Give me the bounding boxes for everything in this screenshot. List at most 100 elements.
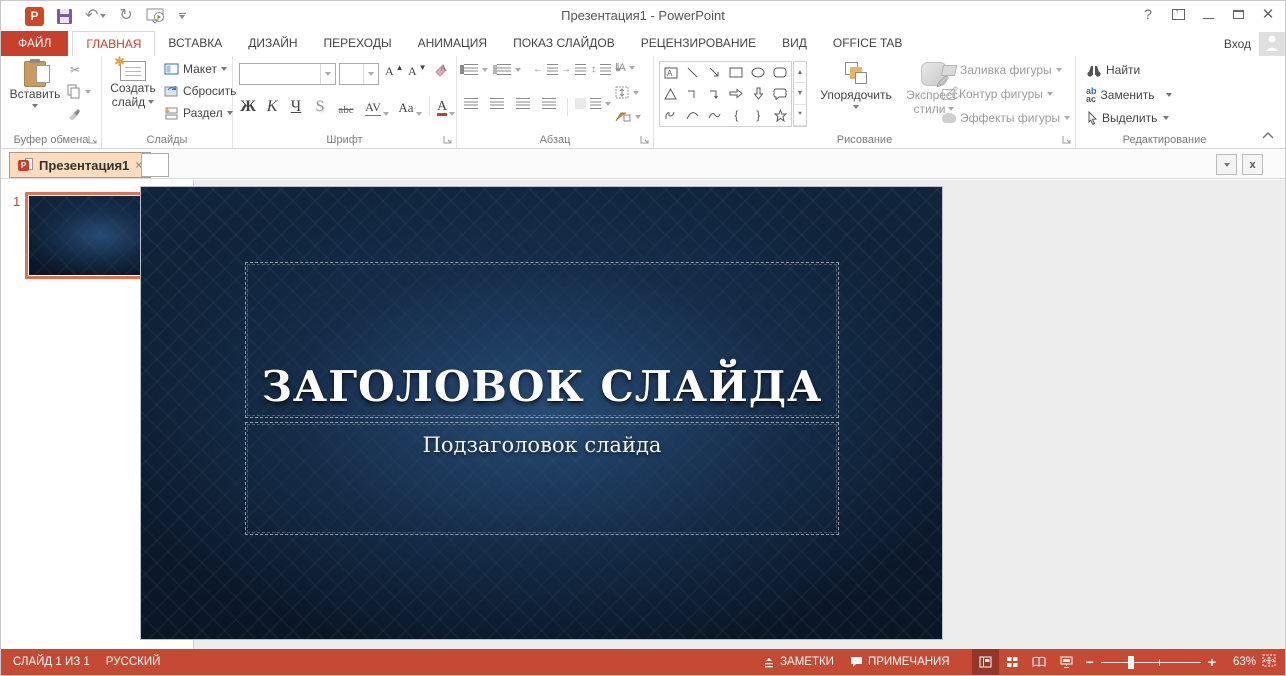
shape-effects-button[interactable]: Эффекты фигуры (942, 111, 1070, 125)
bold-button[interactable]: Ж (237, 94, 259, 118)
zoom-slider-handle[interactable] (1128, 656, 1134, 669)
text-direction-dropdown-icon[interactable] (629, 66, 635, 70)
grow-font-button[interactable]: A▲ (385, 64, 404, 79)
tab-list-dropdown-button[interactable] (1216, 154, 1237, 175)
account-avatar[interactable] (1259, 32, 1285, 56)
comments-toggle[interactable]: ПРИМЕЧАНИЯ (842, 649, 958, 675)
zoom-level[interactable]: 63% (1222, 656, 1256, 668)
zoom-out-button[interactable]: − (1086, 654, 1094, 670)
font-color-dropdown-icon[interactable] (449, 112, 455, 116)
shape-rounded-rectangle-icon[interactable] (769, 62, 791, 83)
columns-dropdown-icon[interactable] (605, 102, 611, 106)
numbering-dropdown-icon[interactable] (515, 68, 521, 72)
tab-file[interactable]: ФАЙЛ (1, 31, 68, 56)
start-slideshow-icon[interactable] (146, 8, 166, 24)
ribbon-display-options-button[interactable] (1163, 1, 1193, 27)
character-spacing-button[interactable]: AV (361, 94, 393, 118)
slide-canvas[interactable]: ЗАГОЛОВОК СЛАЙДА Подзаголовок слайда (141, 187, 942, 639)
tab-design[interactable]: ДИЗАЙН (235, 31, 310, 56)
shape-arrow-icon[interactable] (704, 62, 726, 83)
shape-callout-icon[interactable] (769, 83, 791, 104)
align-center-button[interactable] (490, 98, 504, 109)
shape-arc-icon[interactable] (682, 104, 704, 126)
shapes-more-icon[interactable]: ⯆ (794, 105, 806, 126)
layout-dropdown-icon[interactable] (221, 67, 227, 71)
font-size-combo[interactable] (339, 63, 379, 85)
arrange-dropdown-icon[interactable] (853, 105, 859, 109)
shape-triangle-icon[interactable] (660, 83, 682, 104)
font-name-dropdown-icon[interactable] (325, 72, 331, 76)
document-tab[interactable]: P Презентация1 × (9, 152, 151, 178)
title-placeholder[interactable]: ЗАГОЛОВОК СЛАЙДА (245, 262, 839, 418)
shape-fill-button[interactable]: Заливка фигуры (942, 63, 1062, 77)
tab-review[interactable]: РЕЦЕНЗИРОВАНИЕ (628, 31, 769, 56)
shape-fill-dropdown-icon[interactable] (1056, 68, 1062, 72)
reset-button[interactable]: Сбросить (164, 84, 236, 98)
replace-button[interactable]: abac Заменить (1086, 87, 1172, 103)
shape-text-box-icon[interactable]: A (660, 62, 682, 83)
arrange-button[interactable]: Упорядочить (814, 62, 898, 109)
undo-dropdown-icon[interactable] (100, 14, 106, 18)
clear-formatting-button[interactable]: A (433, 62, 449, 78)
tab-office-tab[interactable]: OFFICE TAB (820, 31, 916, 56)
undo-button[interactable]: ↶ (85, 8, 106, 24)
shape-effects-dropdown-icon[interactable] (1064, 116, 1070, 120)
slide-title-text[interactable]: ЗАГОЛОВОК СЛАЙДА (262, 362, 823, 411)
drawing-dialog-launcher-icon[interactable] (1062, 135, 1072, 145)
subtitle-placeholder[interactable]: Подзаголовок слайда (245, 422, 839, 535)
section-button[interactable]: ✱ Раздел (164, 106, 233, 120)
tab-animations[interactable]: АНИМАЦИЯ (405, 31, 500, 56)
bullets-dropdown-icon[interactable] (482, 68, 488, 72)
shape-curve-icon[interactable] (704, 104, 726, 126)
change-case-dropdown-icon[interactable] (416, 112, 422, 116)
decrease-indent-button[interactable]: ← (533, 64, 558, 75)
zoom-in-button[interactable]: + (1208, 654, 1216, 670)
increase-indent-button[interactable]: → (561, 64, 586, 75)
powerpoint-logo-icon[interactable]: P (25, 7, 44, 26)
zoom-slider[interactable] (1101, 656, 1201, 669)
format-painter-button[interactable] (67, 106, 81, 120)
customize-qat-icon[interactable] (179, 13, 186, 19)
normal-view-button[interactable] (972, 649, 999, 675)
text-shadow-button[interactable]: S (309, 94, 331, 118)
copy-button[interactable] (67, 84, 91, 99)
tab-home[interactable]: ГЛАВНАЯ (72, 31, 155, 56)
font-size-dropdown-icon[interactable] (368, 72, 374, 76)
maximize-button[interactable] (1223, 1, 1253, 27)
tab-bar-close-button[interactable]: x (1242, 154, 1263, 175)
bullets-button[interactable] (464, 64, 488, 75)
shape-elbow-connector-icon[interactable] (682, 83, 704, 104)
notes-toggle[interactable]: ЗАМЕТКИ (755, 649, 842, 675)
cut-button[interactable]: ✂ (67, 62, 83, 78)
fit-slide-to-window-button[interactable] (1256, 654, 1285, 670)
character-spacing-dropdown-icon[interactable] (383, 112, 389, 116)
select-dropdown-icon[interactable] (1163, 116, 1169, 120)
slide-sorter-view-button[interactable] (999, 649, 1026, 675)
minimize-button[interactable] (1193, 1, 1223, 27)
numbering-button[interactable] (497, 64, 521, 75)
align-text-button[interactable] (615, 86, 639, 99)
shape-scribble-icon[interactable] (660, 104, 682, 126)
close-button[interactable]: ✕ (1253, 1, 1283, 27)
font-dialog-launcher-icon[interactable] (443, 135, 453, 145)
select-button[interactable]: Выделить (1086, 111, 1169, 125)
font-name-combo[interactable] (239, 63, 336, 85)
slideshow-view-button[interactable] (1053, 649, 1080, 675)
copy-dropdown-icon[interactable] (85, 90, 91, 94)
justify-button[interactable] (542, 98, 556, 109)
align-text-dropdown-icon[interactable] (633, 91, 639, 95)
underline-button[interactable]: Ч (285, 94, 307, 118)
slide-subtitle-text[interactable]: Подзаголовок слайда (423, 433, 662, 457)
shape-line-icon[interactable] (682, 62, 704, 83)
section-dropdown-icon[interactable] (227, 111, 233, 115)
change-case-button[interactable]: Aa (395, 94, 425, 118)
slide-counter[interactable]: СЛАЙД 1 ИЗ 1 (5, 649, 98, 675)
shape-oval-icon[interactable] (747, 62, 769, 83)
shape-left-brace-icon[interactable]: { (726, 104, 748, 126)
layout-button[interactable]: Макет (164, 62, 227, 76)
paste-button[interactable]: Вставить (9, 61, 61, 108)
shape-rectangle-icon[interactable] (726, 62, 748, 83)
columns-button[interactable] (575, 98, 611, 109)
shape-right-brace-icon[interactable]: } (747, 104, 769, 126)
shrink-font-button[interactable]: A▼ (408, 64, 427, 79)
